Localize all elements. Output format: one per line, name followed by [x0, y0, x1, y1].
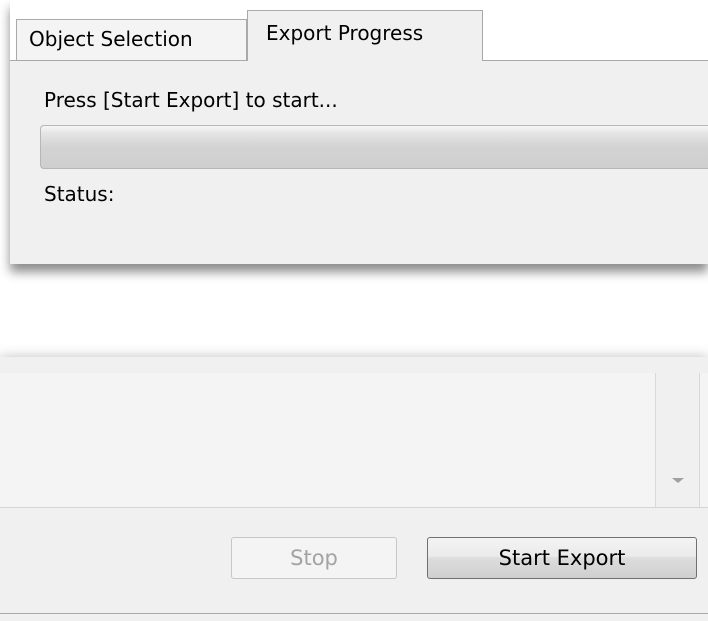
log-divider: [0, 507, 708, 508]
screenshot-stage: Object Selection Export Progress Press […: [0, 0, 708, 621]
status-label: Status:: [44, 182, 115, 206]
scroll-down-arrow-icon[interactable]: [672, 478, 684, 483]
export-dialog-top: Object Selection Export Progress Press […: [10, 0, 708, 264]
export-instruction-text: Press [Start Export] to start...: [44, 88, 338, 112]
active-tab-gap: [248, 59, 482, 62]
tab-export-progress[interactable]: Export Progress: [247, 10, 483, 61]
tab-object-selection[interactable]: Object Selection: [16, 19, 247, 60]
export-dialog-bottom: Stop Start Export: [0, 357, 708, 621]
log-vertical-scrollbar[interactable]: [655, 373, 700, 507]
export-progress-bar: [40, 125, 708, 169]
tab-strip: Object Selection Export Progress: [10, 0, 708, 61]
dialog-bottom-border: [0, 613, 708, 614]
export-log-area[interactable]: [0, 373, 708, 507]
start-export-button[interactable]: Start Export: [427, 537, 697, 579]
stop-button[interactable]: Stop: [231, 537, 397, 579]
